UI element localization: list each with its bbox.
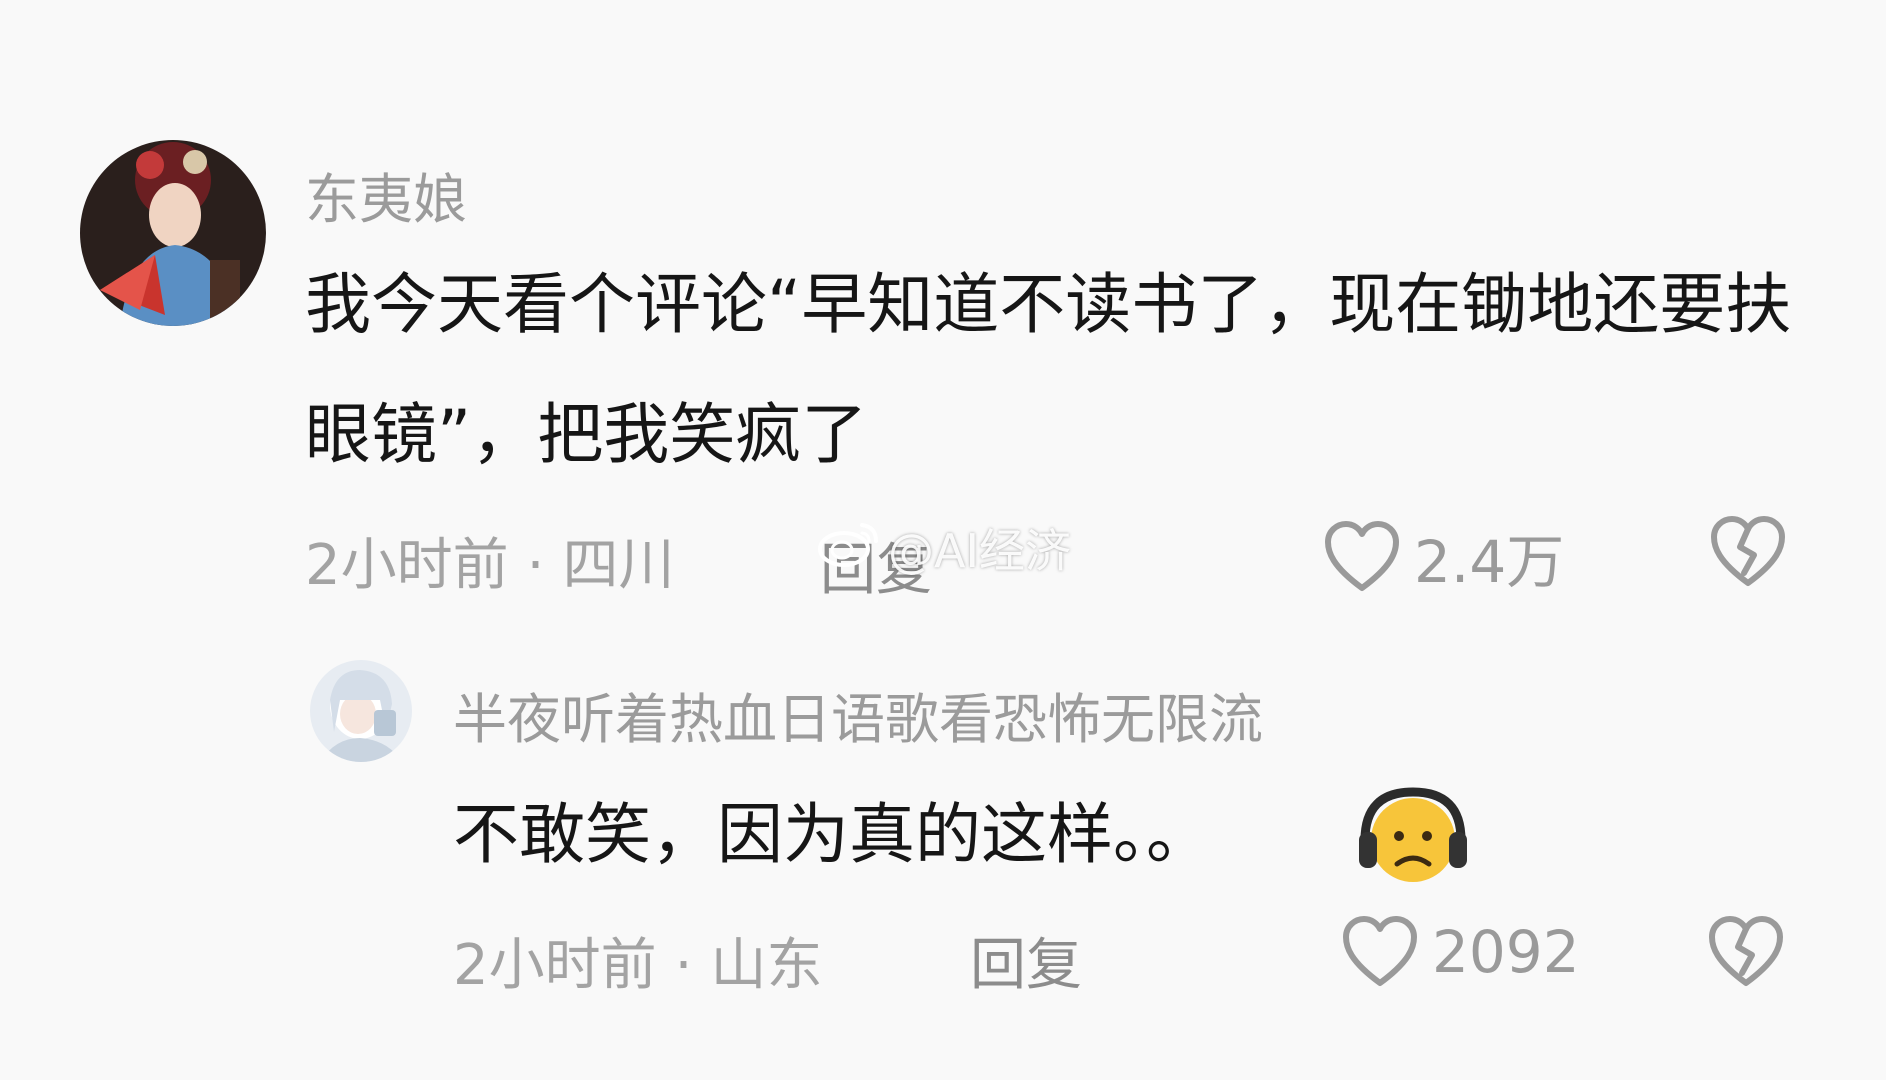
- comment-reply-item: 半夜听着热血日语歌看恐怖无限流 不敢笑，因为真的这样。。 2小时前 · 山东 回复: [0, 640, 1886, 1080]
- avatar[interactable]: [80, 140, 266, 326]
- comment-username[interactable]: 东夷娘: [305, 155, 467, 234]
- reply-button[interactable]: 回复: [970, 920, 1082, 1001]
- dislike-button[interactable]: [1708, 515, 1788, 593]
- comment-section: 东夷娘 我今天看个评论“早知道不读书了，现在锄地还要扶眼镜”，把我笑疯了 2小时…: [0, 0, 1886, 1080]
- watermark: @AI经济: [818, 515, 1071, 581]
- like-button[interactable]: 2092: [1340, 915, 1580, 989]
- like-button[interactable]: 2.4万: [1322, 515, 1564, 599]
- broken-heart-icon: [1706, 916, 1786, 993]
- like-count: 2.4万: [1414, 528, 1565, 596]
- like-count: 2092: [1432, 918, 1580, 986]
- avatar[interactable]: [310, 660, 412, 762]
- heart-outline-icon: [1340, 915, 1420, 989]
- comment-meta: 2小时前 · 山东: [453, 920, 822, 1001]
- comment-item: 东夷娘 我今天看个评论“早知道不读书了，现在锄地还要扶眼镜”，把我笑疯了 2小时…: [0, 0, 1886, 603]
- watermark-text: @AI经济: [888, 524, 1072, 578]
- meta-separator: ·: [674, 933, 693, 998]
- comment-location: 四川: [562, 533, 675, 598]
- comment-text: 不敢笑，因为真的这样。。: [453, 785, 1753, 885]
- weibo-logo-icon: [818, 519, 880, 578]
- comment-text-content: 不敢笑，因为真的这样。。: [453, 796, 1212, 873]
- dislike-button[interactable]: [1706, 915, 1786, 993]
- meta-separator: ·: [526, 533, 545, 598]
- broken-heart-icon: [1708, 516, 1788, 593]
- comment-time: 2小时前: [453, 933, 657, 998]
- headphones-frown-emoji: [1355, 778, 1471, 894]
- comment-username[interactable]: 半夜听着热血日语歌看恐怖无限流: [453, 675, 1263, 754]
- comment-text: 我今天看个评论“早知道不读书了，现在锄地还要扶眼镜”，把我笑疯了: [305, 266, 1792, 473]
- comment-time: 2小时前: [305, 533, 509, 598]
- comment-meta: 2小时前 · 四川: [305, 520, 674, 601]
- heart-outline-icon: [1322, 520, 1402, 594]
- comment-location: 山东: [710, 933, 823, 998]
